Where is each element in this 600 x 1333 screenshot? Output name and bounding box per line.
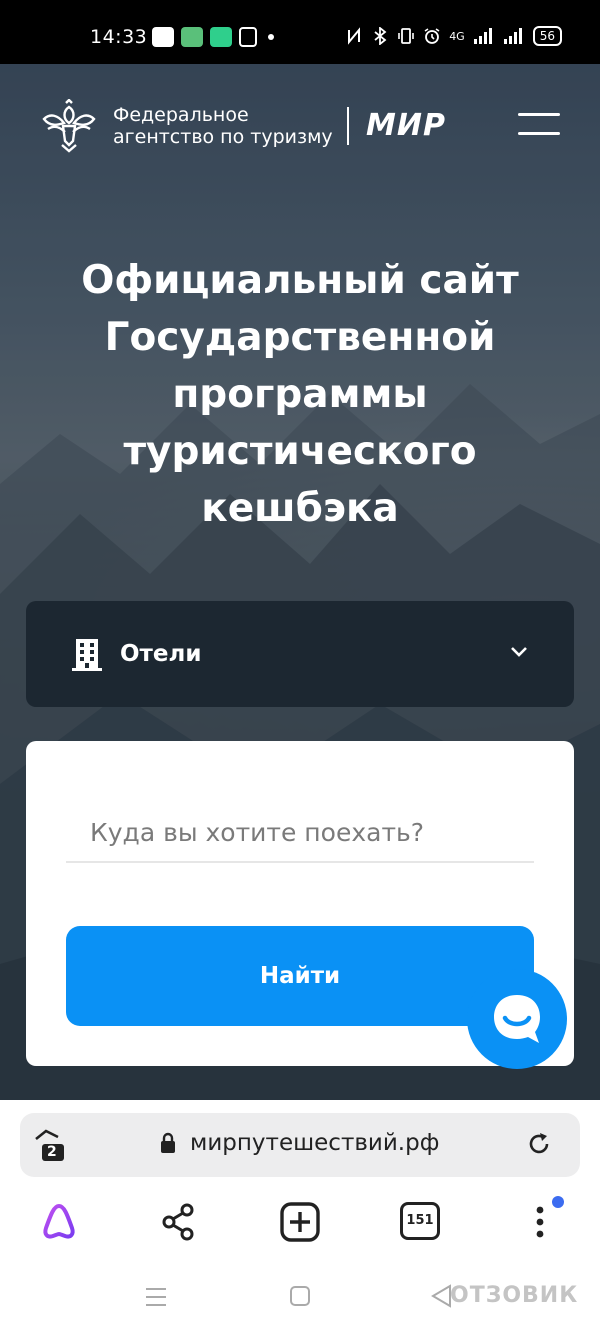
alice-icon[interactable]: [37, 1200, 81, 1244]
system-navigation-bar: ОТЗОВИК: [0, 1270, 600, 1333]
vibrate-icon: [398, 28, 414, 44]
destination-input[interactable]: [66, 803, 534, 863]
url-text: мирпутешествий.рф: [190, 1130, 440, 1156]
notification-app-icon: [239, 27, 257, 47]
share-icon[interactable]: [157, 1200, 201, 1244]
eagle-emblem-icon[interactable]: [40, 99, 98, 153]
more-notifications-dot-icon: [268, 34, 274, 40]
alarm-icon: [424, 28, 440, 44]
hotel-building-icon: [72, 639, 102, 671]
menu-line: [518, 132, 560, 135]
status-app-icons: [152, 27, 274, 47]
menu-line: [518, 113, 560, 116]
mir-logo[interactable]: МИР: [366, 108, 446, 143]
agency-name-line1: Федеральное: [113, 104, 249, 126]
status-system-icons: 4G 56: [345, 26, 562, 46]
hamburger-menu-icon[interactable]: [518, 113, 560, 139]
status-time: 14:33: [90, 26, 148, 48]
browser-bottom-bar: 2 мирпутешествий.рф 151 ОТЗОВИК: [0, 1100, 600, 1333]
address-bar[interactable]: 2 мирпутешествий.рф: [20, 1113, 580, 1177]
watermark-text: ОТЗОВИК: [450, 1283, 579, 1308]
signal-icon: [503, 28, 522, 44]
protected-tabs-count: 2: [47, 1144, 57, 1160]
status-bar: 14:33 4G 56: [0, 0, 600, 64]
notification-app-icon: [152, 27, 174, 47]
agency-name[interactable]: Федеральное агентство по туризму: [113, 104, 333, 148]
recent-apps-icon[interactable]: [144, 1286, 168, 1308]
logo-divider: [347, 107, 349, 145]
reload-icon[interactable]: [526, 1131, 552, 1157]
watermark: ОТЗОВИК: [450, 1283, 578, 1308]
chat-smile-icon: [494, 995, 540, 1043]
category-selected-label: Отели: [120, 641, 202, 667]
notification-app-icon: [210, 27, 232, 47]
back-icon[interactable]: [430, 1284, 452, 1308]
bluetooth-icon: [374, 27, 387, 45]
lock-icon: [161, 1132, 175, 1153]
search-button[interactable]: Найти: [66, 926, 534, 1026]
hero-section: Федеральное агентство по туризму МИР Офи…: [0, 64, 600, 1100]
notification-dot: [552, 1196, 564, 1208]
network-type: 4G: [449, 29, 465, 43]
new-tab-icon[interactable]: [278, 1200, 322, 1244]
notification-app-icon: [181, 27, 203, 47]
category-select[interactable]: Отели: [26, 601, 574, 707]
nfc-icon: [348, 27, 361, 45]
chevron-down-icon: [511, 647, 527, 657]
agency-name-line2: агентство по туризму: [113, 126, 333, 148]
page-title: Официальный сайт Государственной програм…: [81, 258, 519, 531]
home-icon[interactable]: [289, 1285, 311, 1307]
signal-icon: [473, 28, 492, 44]
chat-widget-button[interactable]: [467, 969, 567, 1069]
battery-level: 56: [532, 26, 562, 46]
tabs-count-button[interactable]: 151: [400, 1202, 440, 1240]
browser-toolbar: 151: [0, 1188, 600, 1258]
